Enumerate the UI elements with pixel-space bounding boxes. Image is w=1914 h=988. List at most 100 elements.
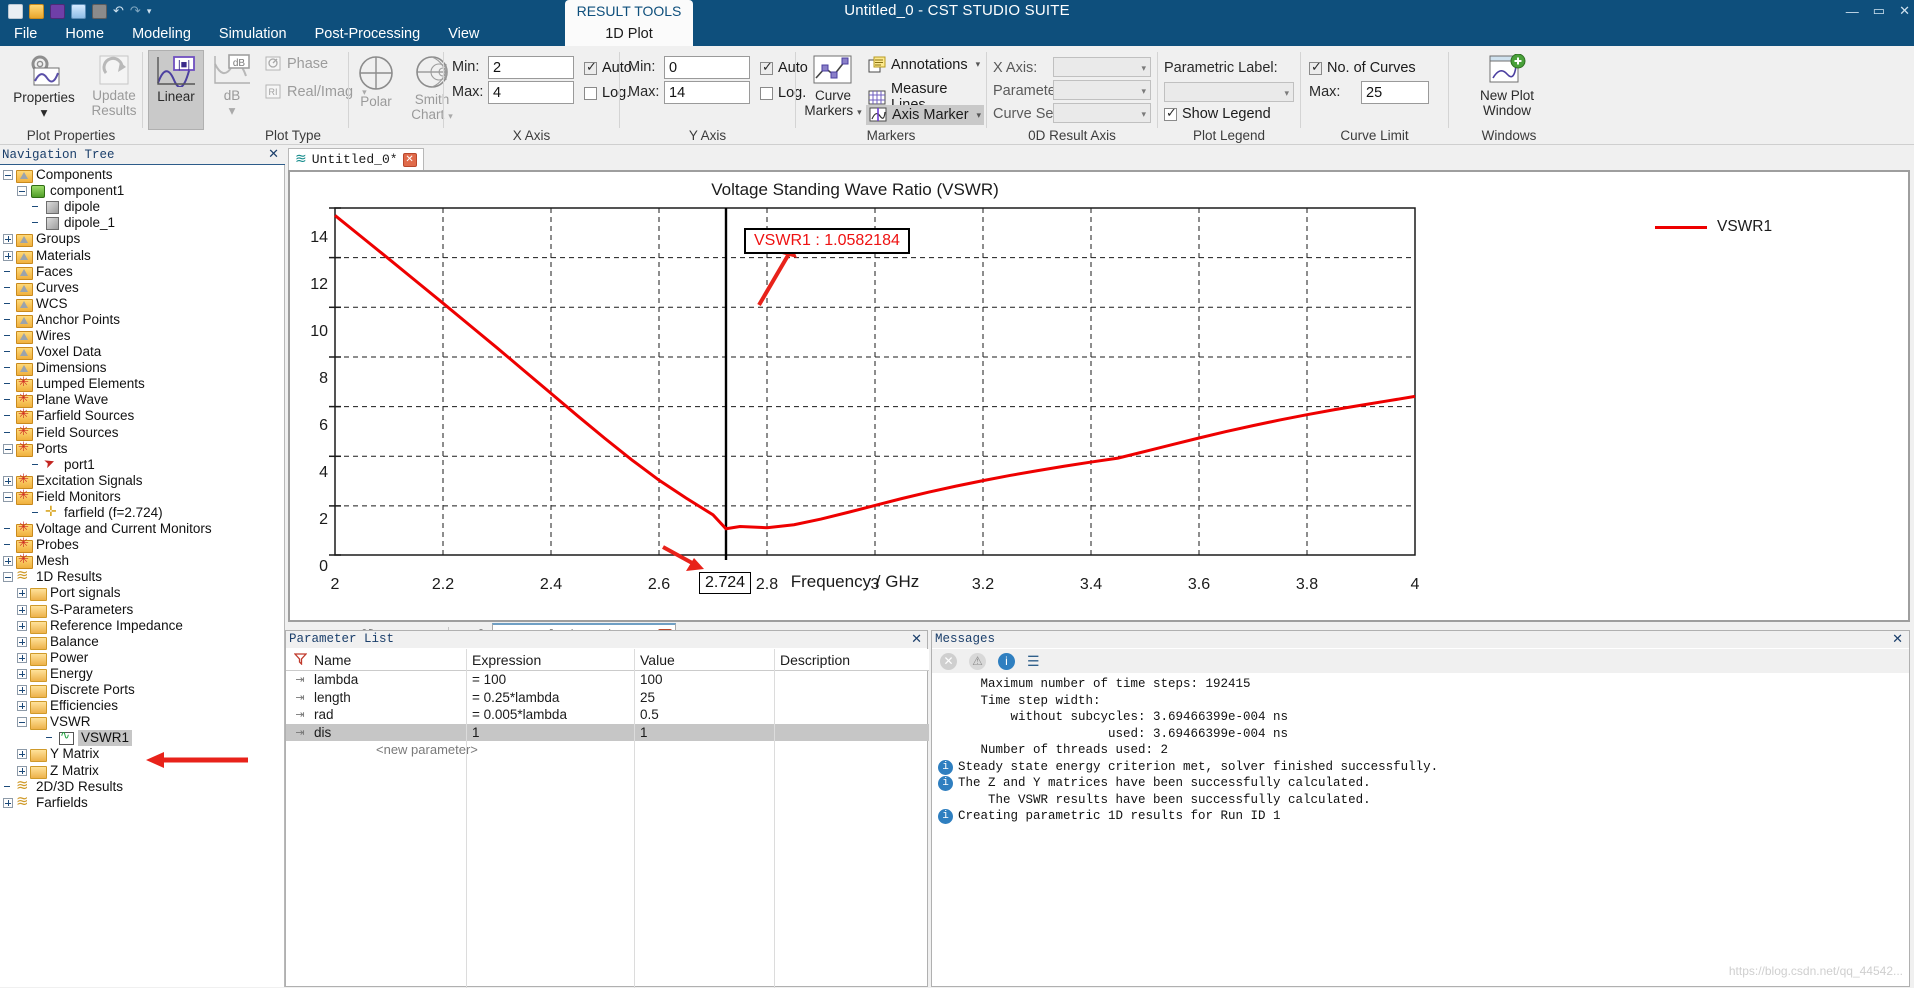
no-of-curves-checkbox[interactable]: No. of Curves xyxy=(1309,59,1416,76)
plot-legend[interactable]: VSWR1 xyxy=(1655,218,1772,236)
tree-item-excitation-signals[interactable]: Excitation Signals xyxy=(0,471,285,489)
document-tab-close-icon[interactable]: ✕ xyxy=(402,152,417,167)
tree-item-voltage-and-current-monitors[interactable]: Voltage and Current Monitors xyxy=(0,519,285,538)
parameter-row-value[interactable]: 0.5 xyxy=(634,707,774,722)
tree-item-mesh[interactable]: Mesh xyxy=(0,551,285,570)
x-axis-select-combo[interactable]: ▾ xyxy=(1053,57,1151,77)
y-axis-max-input[interactable]: 14 xyxy=(664,81,750,104)
parameter-row-value[interactable]: 1 xyxy=(634,725,774,740)
db-dropdown-caret[interactable]: ▾ xyxy=(207,103,257,118)
curve-limit-max-input[interactable]: 25 xyxy=(1361,81,1429,104)
expand-icon[interactable] xyxy=(17,636,27,647)
parameter-row[interactable]: ⇥ length = 0.25*lambda 25 xyxy=(286,689,929,707)
parameter-row-value[interactable]: 100 xyxy=(634,672,774,687)
expand-icon[interactable] xyxy=(17,668,27,679)
tree-item-1d-results[interactable]: 1D Results xyxy=(0,566,285,585)
tab-file[interactable]: File xyxy=(0,22,51,46)
curve-markers-dropdown-caret[interactable]: ▾ xyxy=(857,107,862,117)
parameter-row[interactable]: ⇥ rad = 0.005*lambda 0.5 xyxy=(286,706,929,724)
tree-item-components[interactable]: Components xyxy=(0,167,285,184)
parameter-row-expression[interactable]: = 100 xyxy=(466,672,634,687)
tree-item-2d-3d-results[interactable]: 2D/3D Results xyxy=(0,776,285,795)
tree-item-field-monitors[interactable]: Field Monitors xyxy=(0,487,285,505)
chevron-down-icon[interactable]: ▾ xyxy=(1141,109,1146,120)
x-axis-min-input[interactable]: 2 xyxy=(488,56,574,79)
db-button[interactable]: dB dB ▾ xyxy=(207,50,257,130)
tree-item-dimensions[interactable]: Dimensions xyxy=(0,360,285,377)
expand-icon[interactable] xyxy=(3,250,13,261)
annotations-dropdown-caret[interactable]: ▾ xyxy=(976,59,981,70)
tree-item-ports[interactable]: Ports xyxy=(0,439,285,457)
parameter-column-description[interactable]: Description xyxy=(774,652,929,668)
collapse-icon[interactable] xyxy=(17,186,27,197)
y-axis-log-check-box[interactable] xyxy=(760,86,773,100)
collapse-icon[interactable] xyxy=(17,717,27,728)
chevron-down-icon[interactable]: ▾ xyxy=(1141,63,1146,74)
tab-simulation[interactable]: Simulation xyxy=(205,22,301,46)
curve-set-select-combo[interactable]: ▾ xyxy=(1053,103,1151,123)
tab-modeling[interactable]: Modeling xyxy=(118,22,205,46)
y-axis-auto-check-box[interactable] xyxy=(760,59,773,75)
expand-icon[interactable] xyxy=(17,588,27,599)
y-axis-min-input[interactable]: 0 xyxy=(664,56,750,79)
maximize-button[interactable]: ▭ xyxy=(1873,3,1885,19)
messages-toolbar[interactable]: ✕ ⚠ i ☰ xyxy=(932,649,1909,673)
parameter-row[interactable]: ⇥ dis 1 1 xyxy=(286,723,929,741)
tree-item-vswr1[interactable]: VSWR1 xyxy=(0,728,285,747)
show-legend-checkbox[interactable]: Show Legend xyxy=(1164,105,1271,122)
expand-icon[interactable] xyxy=(17,749,27,760)
ribbon-tabs[interactable]: File Home Modeling Simulation Post-Proce… xyxy=(0,22,493,46)
collapse-icon[interactable] xyxy=(3,443,13,454)
curve-markers-button[interactable]: Curve Markers ▾ xyxy=(802,50,864,130)
parameter-row-name[interactable]: dis xyxy=(308,725,466,740)
plot-frame[interactable]: Voltage Standing Wave Ratio (VSWR) 14 12… xyxy=(288,170,1910,622)
tree-item-component1[interactable]: component1 xyxy=(0,183,285,199)
parameter-select-combo[interactable]: ▾ xyxy=(1053,80,1151,100)
close-button[interactable]: ✕ xyxy=(1899,3,1910,19)
tree-item-reference-impedance[interactable]: Reference Impedance xyxy=(0,618,285,634)
message-list-icon[interactable]: ☰ xyxy=(1027,653,1040,670)
document-tab-untitled-0[interactable]: ≋ Untitled_0* ✕ xyxy=(288,148,424,170)
expand-icon[interactable] xyxy=(3,234,13,245)
tree-item-efficiencies[interactable]: Efficiencies xyxy=(0,698,285,715)
axis-marker-dropdown-caret[interactable]: ▾ xyxy=(977,110,982,121)
parameter-column-value[interactable]: Value xyxy=(634,652,774,668)
tree-item-discrete-ports[interactable]: Discrete Ports xyxy=(0,682,285,699)
tree-item-dipole-1[interactable]: dipole_1 xyxy=(0,215,285,231)
minimize-button[interactable]: — xyxy=(1846,4,1859,19)
tree-item-power[interactable]: Power xyxy=(0,650,285,666)
parameter-list-close-icon[interactable]: ✕ xyxy=(911,631,922,648)
tab-home[interactable]: Home xyxy=(51,22,118,46)
show-legend-check-box[interactable] xyxy=(1164,105,1177,121)
warning-filter-icon[interactable]: ⚠ xyxy=(969,652,986,670)
parameter-row-expression[interactable]: = 0.005*lambda xyxy=(466,707,634,722)
navigation-tree-list[interactable]: Components component1 dipole dipole_1 Groups… xyxy=(0,167,285,985)
linear-button[interactable]: |■| Linear xyxy=(148,50,204,130)
x-axis-auto-check-box[interactable] xyxy=(584,59,597,75)
x-axis-max-input[interactable]: 4 xyxy=(488,81,574,104)
expand-icon[interactable] xyxy=(3,797,13,808)
tree-item-wcs[interactable]: WCS xyxy=(0,296,285,312)
tree-item-farfield-sources[interactable]: Farfield Sources xyxy=(0,406,285,425)
info-filter-icon[interactable]: i xyxy=(998,652,1015,670)
tree-item-voxel-data[interactable]: Voxel Data xyxy=(0,344,285,361)
expand-icon[interactable] xyxy=(17,604,27,615)
tree-item-curves[interactable]: Curves xyxy=(0,280,285,296)
tree-item-plane-wave[interactable]: Plane Wave xyxy=(0,390,285,409)
expand-icon[interactable] xyxy=(3,556,13,567)
tree-item-materials[interactable]: Materials xyxy=(0,247,285,264)
tree-item-field-sources[interactable]: Field Sources xyxy=(0,423,285,441)
axis-marker-button[interactable]: Axis Marker ▾ xyxy=(866,105,985,125)
messages-close-icon[interactable]: ✕ xyxy=(1892,631,1903,648)
tree-item-dipole[interactable]: dipole xyxy=(0,199,285,215)
plot-canvas[interactable]: Voltage Standing Wave Ratio (VSWR) 14 12… xyxy=(290,172,1908,620)
new-plot-window-button[interactable]: New Plot Window xyxy=(1461,50,1553,130)
filter-icon[interactable] xyxy=(286,652,308,668)
parametric-label-combo[interactable]: ▾ xyxy=(1164,82,1294,102)
parameter-row-name[interactable]: length xyxy=(308,690,466,705)
parameter-row-name[interactable]: lambda xyxy=(308,672,466,687)
expand-icon[interactable] xyxy=(17,765,27,776)
tree-item-vswr[interactable]: VSWR xyxy=(0,714,285,731)
tree-item-balance[interactable]: Balance xyxy=(0,634,285,650)
parameter-column-name[interactable]: Name xyxy=(308,652,466,668)
